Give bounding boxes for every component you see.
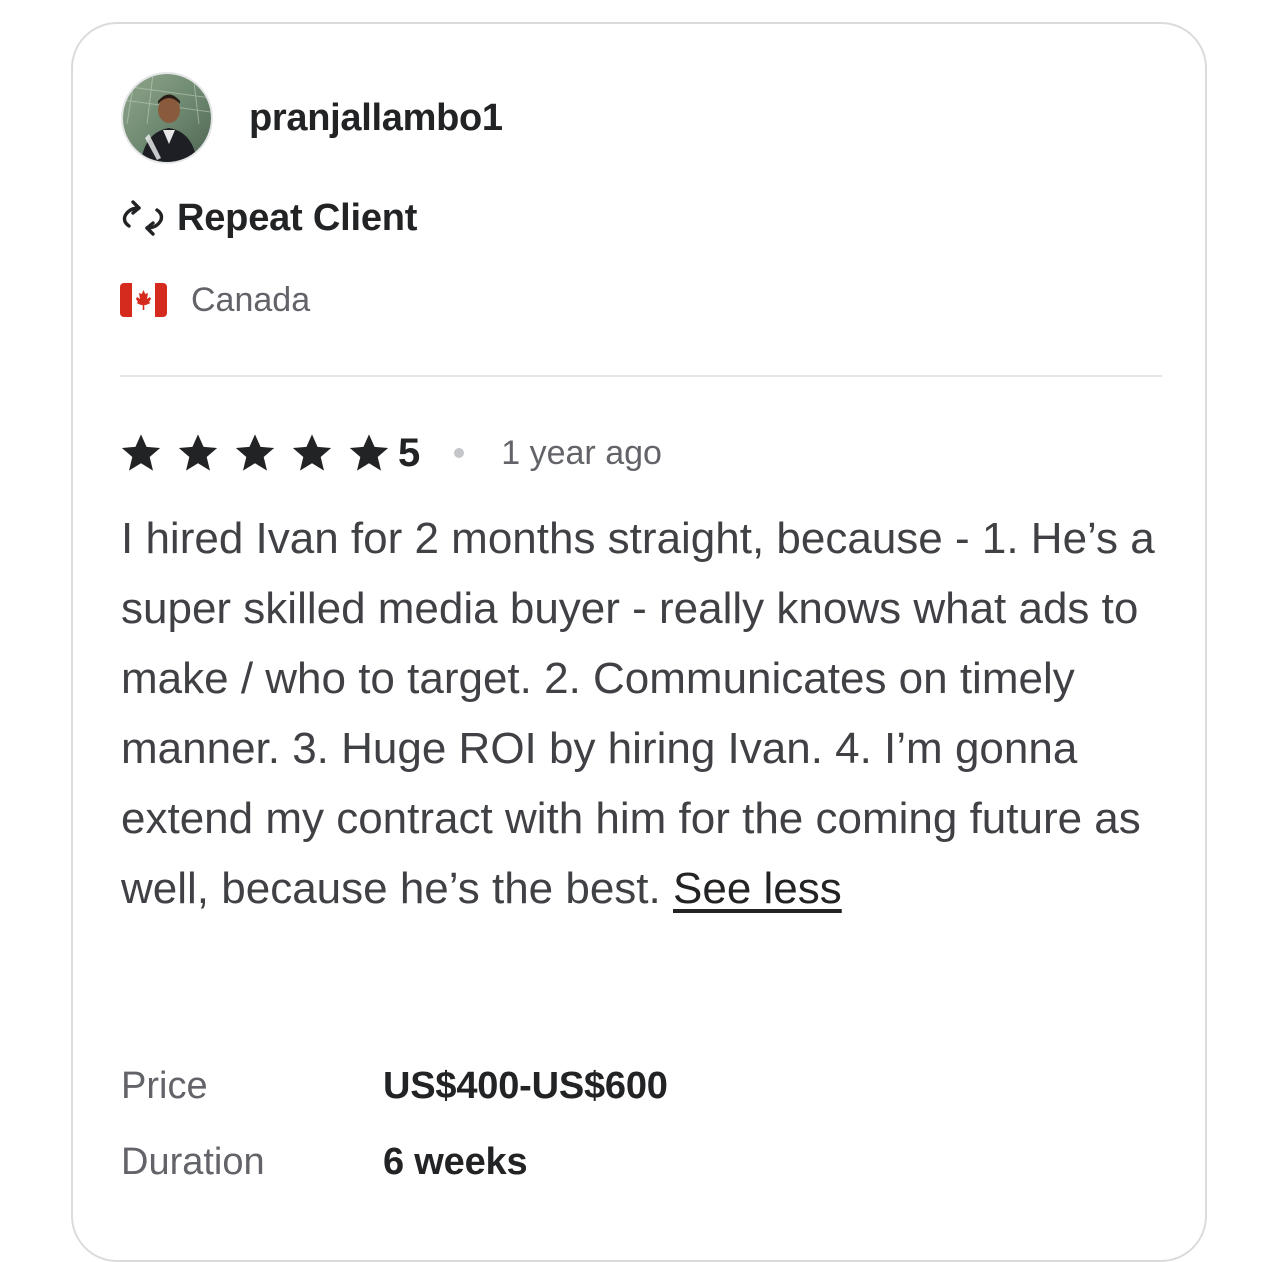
repeat-client-badge: Repeat Client bbox=[119, 194, 417, 242]
repeat-client-label: Repeat Client bbox=[177, 197, 418, 239]
price-value: US$400-US$600 bbox=[383, 1064, 668, 1107]
star-icon bbox=[292, 434, 332, 471]
star-icon bbox=[178, 434, 218, 471]
reviewer-country: Canada bbox=[120, 278, 310, 322]
duration-row: Duration 6 weeks bbox=[121, 1124, 668, 1200]
rating-row: 5 1 year ago bbox=[120, 428, 662, 478]
price-label: Price bbox=[121, 1064, 208, 1107]
avatar-photo bbox=[123, 74, 211, 162]
duration-label: Duration bbox=[121, 1140, 265, 1183]
review-card: pranjallambo1 Repeat Client Canada 5 1 y… bbox=[71, 22, 1207, 1262]
divider bbox=[120, 375, 1162, 377]
rating-value: 5 bbox=[398, 431, 421, 475]
order-details: Price US$400-US$600 Duration 6 weeks bbox=[121, 1048, 668, 1200]
star-icon bbox=[121, 434, 161, 471]
review-date: 1 year ago bbox=[501, 434, 662, 472]
star-icon bbox=[349, 434, 389, 471]
see-less-link[interactable]: See less bbox=[673, 864, 842, 913]
reviewer-username[interactable]: pranjallambo1 bbox=[249, 96, 503, 140]
canada-flag-icon bbox=[120, 283, 167, 317]
star-icon bbox=[235, 434, 275, 471]
separator-dot bbox=[454, 448, 465, 458]
country-name: Canada bbox=[191, 281, 311, 319]
review-text: I hired Ivan for 2 months straight, beca… bbox=[121, 514, 1155, 913]
repeat-icon bbox=[122, 200, 164, 236]
star-rating bbox=[120, 433, 398, 473]
review-body: I hired Ivan for 2 months straight, beca… bbox=[121, 504, 1181, 924]
duration-value: 6 weeks bbox=[383, 1140, 528, 1183]
price-row: Price US$400-US$600 bbox=[121, 1048, 668, 1124]
avatar[interactable] bbox=[121, 72, 213, 164]
